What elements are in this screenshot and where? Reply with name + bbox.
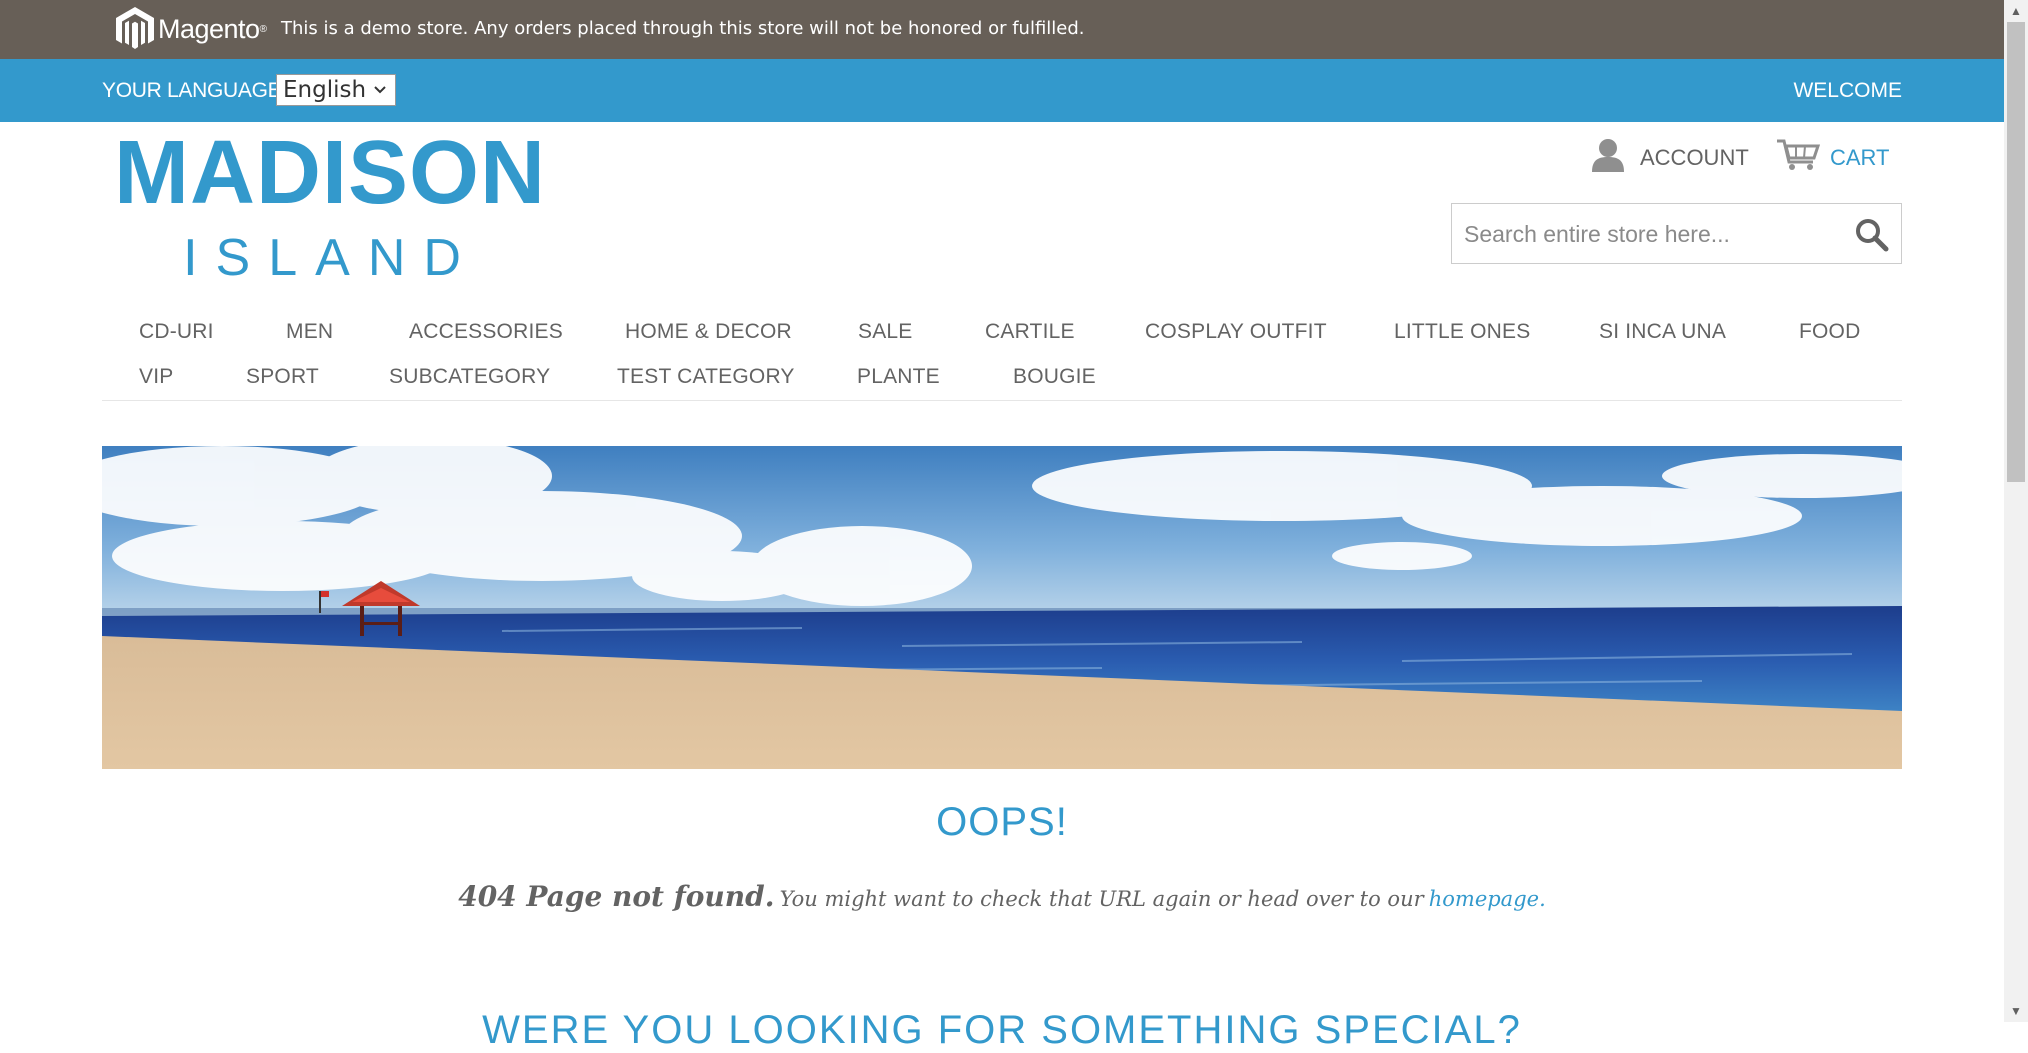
account-link[interactable]: ACCOUNT	[1590, 138, 1749, 177]
search-input[interactable]	[1452, 204, 1846, 265]
magento-wordmark: Magento	[158, 13, 260, 44]
nav-item-food[interactable]: FOOD	[1799, 320, 1860, 344]
nav-item-little-ones[interactable]: LITTLE ONES	[1394, 320, 1530, 344]
nav-item-cosplay-outfit[interactable]: COSPLAY OUTFIT	[1145, 320, 1327, 344]
nav-item-sport[interactable]: SPORT	[246, 365, 319, 389]
main-navigation: CD-URI MEN ACCESSORIES HOME & DECOR SALE…	[102, 312, 1902, 401]
search-button[interactable]	[1855, 218, 1889, 252]
nav-item-subcategory[interactable]: SUBCATEGORY	[389, 365, 550, 389]
scroll-up-arrow-icon[interactable]: ▲	[2004, 0, 2028, 22]
error-text: You might want to check that URL again o…	[779, 887, 1424, 911]
nav-item-bougie[interactable]: BOUGIE	[1013, 365, 1096, 389]
nav-item-si-inca-una[interactable]: SI INCA UNA	[1599, 320, 1726, 344]
logo-line-2: ISLAND	[183, 229, 479, 287]
language-selected-value: English	[283, 77, 367, 103]
nav-item-home-decor[interactable]: HOME & DECOR	[625, 320, 792, 344]
nav-item-men[interactable]: MEN	[286, 320, 333, 344]
welcome-message: WELCOME	[1793, 79, 1902, 102]
language-select[interactable]: English	[276, 74, 396, 106]
chevron-down-icon	[373, 79, 387, 105]
store-logo[interactable]: MADISON ISLAND	[114, 123, 546, 284]
page-scrollbar[interactable]: ▲ ▼	[2004, 0, 2028, 1022]
error-headline: 404 Page not found.	[458, 880, 775, 913]
account-label: ACCOUNT	[1640, 144, 1749, 170]
scrollbar-thumb[interactable]	[2007, 22, 2025, 482]
cart-link[interactable]: CART	[1776, 138, 1890, 177]
logo-line-1: MADISON	[114, 123, 546, 223]
nav-item-vip[interactable]: VIP	[139, 365, 173, 389]
search-icon	[1855, 219, 1889, 256]
magento-logo: Magento ®	[116, 5, 267, 53]
nav-item-cd-uri[interactable]: CD-URI	[139, 320, 214, 344]
error-message: 404 Page not found. You might want to ch…	[0, 880, 2004, 913]
demo-notice-text: This is a demo store. Any orders placed …	[281, 18, 1085, 39]
nav-item-cartile[interactable]: CARTILE	[985, 320, 1075, 344]
nav-item-plante[interactable]: PLANTE	[857, 365, 940, 389]
homepage-link[interactable]: homepage.	[1429, 887, 1546, 911]
scroll-down-arrow-icon[interactable]: ▼	[2004, 1000, 2028, 1022]
magento-icon	[116, 7, 154, 49]
user-icon	[1590, 138, 1626, 177]
nav-item-accessories[interactable]: ACCESSORIES	[409, 320, 563, 344]
search-box	[1451, 203, 1902, 265]
language-bar: YOUR LANGUAGE: English WELCOME	[0, 59, 2004, 122]
hero-banner-image	[102, 446, 1902, 769]
cart-icon	[1776, 138, 1821, 177]
demo-notice-bar: Magento ® This is a demo store. Any order…	[0, 0, 2004, 59]
nav-item-sale[interactable]: SALE	[858, 320, 913, 344]
error-title: OOPS!	[936, 800, 1068, 844]
language-label: YOUR LANGUAGE:	[102, 79, 287, 102]
cart-label: CART	[1830, 144, 1890, 170]
nav-item-test-category[interactable]: TEST CATEGORY	[617, 365, 795, 389]
special-heading: WERE YOU LOOKING FOR SOMETHING SPECIAL?	[482, 1008, 1522, 1052]
